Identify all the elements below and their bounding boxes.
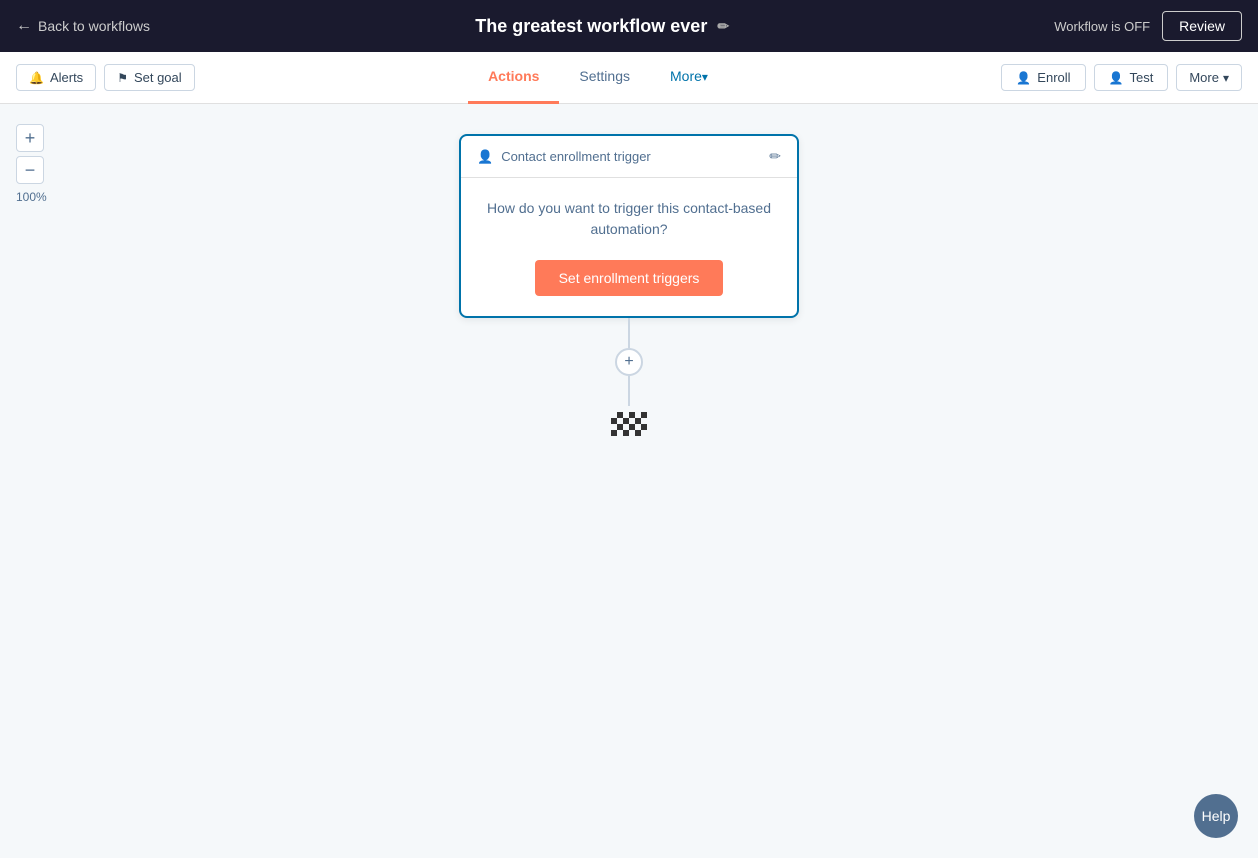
tab-more-caret-icon bbox=[702, 68, 708, 84]
set-goal-label: Set goal bbox=[134, 70, 182, 85]
set-goal-button[interactable]: Set goal bbox=[104, 64, 194, 91]
review-button[interactable]: Review bbox=[1162, 11, 1242, 41]
more-dropdown-label: More bbox=[1189, 70, 1219, 85]
zoom-out-button[interactable]: − bbox=[16, 156, 44, 184]
trigger-card-body-text: How do you want to trigger this contact-… bbox=[485, 198, 773, 240]
trigger-card-edit-icon[interactable]: ✏ bbox=[769, 148, 781, 165]
alerts-button[interactable]: Alerts bbox=[16, 64, 96, 91]
trigger-card-title: Contact enrollment trigger bbox=[501, 149, 651, 164]
tab-more-label: More bbox=[670, 68, 702, 84]
zoom-in-button[interactable]: + bbox=[16, 124, 44, 152]
tab-settings[interactable]: Settings bbox=[559, 52, 650, 104]
trigger-card-header-left: 👤 Contact enrollment trigger bbox=[477, 149, 651, 165]
checkered-flag-icon bbox=[611, 412, 647, 436]
top-bar-right: Workflow is OFF Review bbox=[1054, 11, 1242, 41]
flag-icon bbox=[117, 70, 128, 85]
tab-actions[interactable]: Actions bbox=[468, 52, 559, 104]
workflow-status-label: Workflow is OFF bbox=[1054, 19, 1150, 34]
trigger-card-header: 👤 Contact enrollment trigger ✏ bbox=[461, 136, 797, 178]
workflow-title-area: The greatest workflow ever ✏ bbox=[475, 16, 729, 37]
enroll-user-icon bbox=[1016, 70, 1031, 85]
connector-line bbox=[628, 318, 630, 348]
workflow-canvas: + − 100% 👤 Contact enrollment trigger ✏ … bbox=[0, 104, 1258, 858]
set-enrollment-triggers-button[interactable]: Set enrollment triggers bbox=[535, 260, 724, 296]
tab-actions-label: Actions bbox=[488, 68, 539, 84]
zoom-level-label: 100% bbox=[16, 190, 47, 204]
person-icon: 👤 bbox=[477, 149, 493, 165]
add-step-button[interactable]: + bbox=[615, 348, 643, 376]
enroll-label: Enroll bbox=[1037, 70, 1070, 85]
connector-line-2 bbox=[628, 376, 630, 406]
test-button[interactable]: Test bbox=[1094, 64, 1169, 91]
trigger-card: 👤 Contact enrollment trigger ✏ How do yo… bbox=[459, 134, 799, 318]
more-dropdown-button[interactable]: More bbox=[1176, 64, 1242, 91]
secondary-bar-left: Alerts Set goal bbox=[16, 64, 195, 91]
canvas-content: 👤 Contact enrollment trigger ✏ How do yo… bbox=[0, 104, 1258, 436]
back-label: Back to workflows bbox=[38, 18, 150, 34]
workflow-title: The greatest workflow ever bbox=[475, 16, 707, 37]
test-label: Test bbox=[1130, 70, 1154, 85]
more-dropdown-caret-icon bbox=[1223, 70, 1229, 85]
trigger-card-body: How do you want to trigger this contact-… bbox=[461, 178, 797, 316]
back-arrow-icon bbox=[16, 17, 32, 35]
secondary-bar-right: Enroll Test More bbox=[1001, 64, 1242, 91]
alerts-label: Alerts bbox=[50, 70, 83, 85]
enroll-button[interactable]: Enroll bbox=[1001, 64, 1085, 91]
tab-settings-label: Settings bbox=[579, 68, 630, 84]
zoom-controls: + − 100% bbox=[16, 124, 47, 204]
top-bar: Back to workflows The greatest workflow … bbox=[0, 0, 1258, 52]
help-button[interactable]: Help bbox=[1194, 794, 1238, 838]
end-flag bbox=[611, 412, 647, 436]
secondary-bar: Alerts Set goal Actions Settings More En… bbox=[0, 52, 1258, 104]
back-to-workflows-link[interactable]: Back to workflows bbox=[16, 17, 150, 35]
edit-title-icon[interactable]: ✏ bbox=[717, 18, 729, 35]
tab-more[interactable]: More bbox=[650, 52, 728, 104]
bell-icon bbox=[29, 70, 44, 85]
test-user-icon bbox=[1109, 70, 1124, 85]
tabs-container: Actions Settings More bbox=[468, 52, 728, 104]
